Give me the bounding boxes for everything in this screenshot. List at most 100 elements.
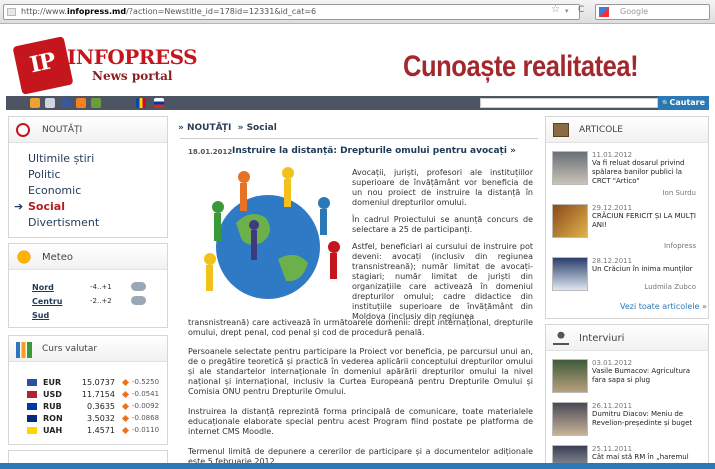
paragraph-5: Instruirea la distanță reprezintă forma … bbox=[188, 407, 533, 436]
breadcrumb-social[interactable]: » Social bbox=[238, 123, 277, 133]
weather-city[interactable]: Centru bbox=[32, 297, 62, 306]
url-dropdown-icon[interactable]: ▾ bbox=[565, 7, 569, 15]
change-indicator-icon bbox=[121, 402, 130, 411]
category-item[interactable]: ➔ Social bbox=[9, 200, 167, 216]
weather-header: Meteo bbox=[9, 244, 167, 270]
change-indicator-icon bbox=[121, 378, 130, 387]
interview-date: 03.01.2012 bbox=[592, 359, 633, 367]
interview-title[interactable]: Dumitru Diacov: Meniu de Revelion-președ… bbox=[592, 410, 698, 428]
chart-icon bbox=[16, 342, 32, 358]
currency-row: RON 3.5032 -0.0868 bbox=[27, 414, 177, 425]
home-icon[interactable] bbox=[30, 98, 40, 108]
category-label: Economic bbox=[28, 184, 82, 197]
articles-header: ARTICOLE bbox=[546, 117, 708, 143]
category-item[interactable]: Divertisment bbox=[9, 216, 167, 232]
search-button-label: Cautare bbox=[669, 98, 706, 107]
url-rest: /?action=Newstitle_id=178id=12331&id_cat… bbox=[126, 7, 317, 16]
all-articles-link[interactable]: Vezi toate articolele » bbox=[620, 302, 707, 311]
interview-item[interactable]: 03.01.2012 Vasile Bumacov: Agricultura fa… bbox=[552, 359, 702, 401]
category-item[interactable]: Economic bbox=[9, 184, 167, 200]
category-item[interactable]: Politic bbox=[9, 168, 167, 184]
logo-name[interactable]: INFOPRESS bbox=[67, 45, 198, 69]
currency-change: -0.0541 bbox=[132, 390, 160, 398]
weather-title: Meteo bbox=[42, 252, 73, 263]
mail-icon[interactable] bbox=[45, 98, 55, 108]
address-bar[interactable]: http://www.infopress.md/?action=Newstitl… bbox=[3, 4, 580, 20]
currency-flag-icon bbox=[27, 391, 37, 398]
article-date: 18.01.2012 bbox=[188, 148, 233, 156]
currency-change: -0.0110 bbox=[132, 426, 160, 434]
site-search-input[interactable] bbox=[480, 98, 658, 108]
news-icon bbox=[16, 123, 30, 137]
browser-toolbar: http://www.infopress.md/?action=Newstitl… bbox=[0, 0, 715, 24]
weather-city[interactable]: Nord bbox=[32, 283, 54, 292]
currency-change: -0.5250 bbox=[132, 378, 160, 386]
interview-thumbnail[interactable] bbox=[552, 402, 588, 436]
sitemap-icon[interactable] bbox=[91, 98, 101, 108]
flag-ru-icon[interactable] bbox=[154, 98, 164, 108]
arrow-right-icon: ➔ bbox=[14, 200, 24, 213]
article-author: Infopress bbox=[663, 242, 696, 250]
interview-title[interactable]: Vasile Bumacov: Agricultura fara sapa si… bbox=[592, 367, 698, 385]
interview-date: 26.11.2011 bbox=[592, 402, 633, 410]
interview-thumbnail[interactable] bbox=[552, 359, 588, 393]
interviews-title: Interviuri bbox=[579, 333, 625, 344]
site-logo[interactable]: IP bbox=[12, 36, 74, 95]
breadcrumb: » NOUTĂȚI » Social bbox=[178, 123, 277, 133]
web-search-input[interactable]: Google bbox=[595, 4, 710, 20]
currency-row: UAH 1.4571 -0.0110 bbox=[27, 426, 177, 437]
bottom-bar bbox=[0, 463, 715, 469]
interview-item[interactable]: 26.11.2011 Dumitru Diacov: Meniu de Revel… bbox=[552, 402, 702, 444]
flag-md-icon[interactable] bbox=[136, 98, 146, 108]
article-title[interactable]: Un Crăciun în inima munților bbox=[592, 265, 698, 274]
article-thumbnail[interactable] bbox=[552, 257, 588, 291]
category-label: Social bbox=[28, 200, 65, 213]
search-button[interactable]: 🔍Cautare bbox=[658, 96, 709, 110]
currency-change: -0.0868 bbox=[132, 414, 160, 422]
article-illustration bbox=[204, 167, 340, 299]
currency-rate: 11.7154 bbox=[81, 390, 115, 399]
currency-row: EUR 15.0737 -0.5250 bbox=[27, 378, 177, 389]
article-title[interactable]: Va fi reluat dosarul privind spălarea ba… bbox=[592, 159, 698, 186]
weather-temp: -4..+1 bbox=[90, 283, 112, 291]
article-author: Ludmila Zubco bbox=[644, 283, 696, 291]
currency-rate: 1.4571 bbox=[87, 426, 115, 435]
currency-change: -0.0092 bbox=[132, 402, 160, 410]
article-item[interactable]: 29.12.2011 CRĂCIUN FERICIT ȘI LA MULȚI AN… bbox=[552, 204, 702, 250]
currency-flag-icon bbox=[27, 415, 37, 422]
news-categories-header: NOUTĂȚI bbox=[9, 117, 167, 143]
article-title[interactable]: CRĂCIUN FERICIT ȘI LA MULȚI ANI! bbox=[592, 212, 698, 230]
site-slogan: Cunoaște realitatea! bbox=[403, 50, 639, 83]
cloud-icon bbox=[131, 296, 146, 305]
category-label: Divertisment bbox=[28, 216, 100, 229]
facebook-icon[interactable] bbox=[61, 98, 71, 108]
breadcrumb-news[interactable]: » NOUTĂȚI bbox=[178, 123, 231, 133]
exchange-title: Curs valutar bbox=[42, 344, 98, 354]
currency-rate: 15.0737 bbox=[81, 378, 115, 387]
article-date: 29.12.2011 bbox=[592, 204, 633, 212]
article-item[interactable]: 28.12.2011 Un Crăciun în inima munților Lu… bbox=[552, 257, 702, 301]
article-thumbnail[interactable] bbox=[552, 151, 588, 185]
currency-rate: 3.5032 bbox=[87, 414, 115, 423]
currency-rate: 0.3635 bbox=[87, 402, 115, 411]
article-item[interactable]: 11.01.2012 Va fi reluat dosarul privind s… bbox=[552, 151, 702, 197]
reload-icon[interactable]: C bbox=[578, 5, 584, 15]
url-domain: infopress.md bbox=[66, 7, 127, 16]
articles-icon bbox=[553, 123, 569, 137]
change-indicator-icon bbox=[121, 390, 130, 399]
article-date: 11.01.2012 bbox=[592, 151, 633, 159]
weather-city[interactable]: Sud bbox=[32, 311, 49, 320]
category-item[interactable]: Ultimile știri bbox=[9, 152, 167, 168]
weather-panel: Meteo Nord -4..+1 Centru -2..+2 Sud bbox=[8, 243, 168, 328]
article-title[interactable]: Instruire la distanță: Drepturile omului… bbox=[232, 146, 516, 156]
news-categories-title: NOUTĂȚI bbox=[42, 125, 83, 135]
currency-row: RUB 0.3635 -0.0092 bbox=[27, 402, 177, 413]
interview-title[interactable]: Cât mai stă RM în „haremul bbox=[592, 453, 698, 462]
cloud-icon bbox=[131, 282, 146, 291]
rss-icon[interactable] bbox=[76, 98, 86, 108]
currency-code: UAH bbox=[43, 426, 63, 435]
bookmark-star-icon[interactable]: ☆ bbox=[551, 4, 560, 15]
article-thumbnail[interactable] bbox=[552, 204, 588, 238]
change-indicator-icon bbox=[121, 426, 130, 435]
paragraph-3: Astfel, beneficiari ai cursului de instr… bbox=[352, 242, 533, 321]
